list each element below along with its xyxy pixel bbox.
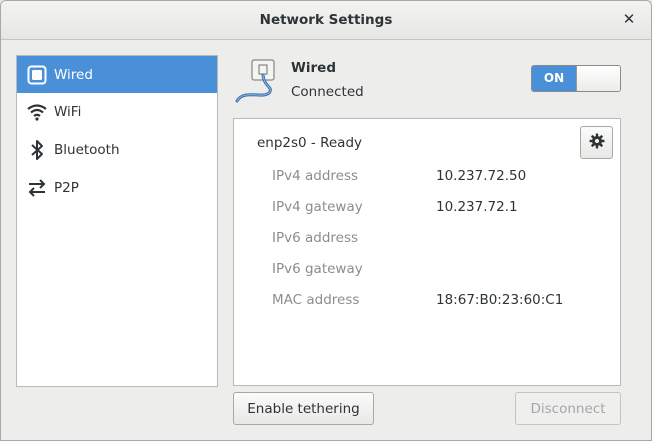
device-title: enp2s0 - Ready <box>257 135 363 151</box>
detail-value: 18:67:B0:23:60:C1 <box>436 292 564 308</box>
gear-icon <box>589 133 605 153</box>
device-settings-button[interactable] <box>580 126 613 159</box>
connection-name: Wired <box>291 60 336 76</box>
window-title: Network Settings <box>259 12 393 28</box>
detail-key: IPv4 address <box>272 168 359 184</box>
device-sidebar: Wired WiFi Bluetooth P2P <box>16 55 218 387</box>
bluetooth-icon <box>26 139 48 161</box>
close-icon[interactable]: ✕ <box>621 9 637 29</box>
wired-toggle-switch[interactable]: ON <box>531 65 621 92</box>
titlebar: Network Settings ✕ <box>1 1 651 40</box>
detail-key: IPv6 address <box>272 230 359 246</box>
sidebar-item-bluetooth[interactable]: Bluetooth <box>17 131 217 168</box>
disconnect-button[interactable]: Disconnect <box>515 392 621 425</box>
sidebar-item-label: P2P <box>54 179 79 196</box>
connection-status: Connected <box>291 84 364 100</box>
p2p-icon <box>26 177 48 199</box>
detail-value: 10.237.72.50 <box>436 168 527 184</box>
detail-key: IPv4 gateway <box>272 199 363 215</box>
enable-tethering-button[interactable]: Enable tethering <box>233 392 374 425</box>
sidebar-item-label: Wired <box>54 66 93 83</box>
network-settings-window: Network Settings ✕ Wired WiFi Bluetooth … <box>0 0 652 441</box>
device-details-panel: enp2s0 - Ready IPv4 address 10.237.72.50 <box>233 118 621 386</box>
detail-key: MAC address <box>272 292 360 308</box>
sidebar-item-p2p[interactable]: P2P <box>17 169 217 206</box>
wired-icon <box>26 64 48 86</box>
sidebar-item-label: Bluetooth <box>54 141 120 158</box>
sidebar-item-wifi[interactable]: WiFi <box>17 93 217 130</box>
detail-key: IPv6 gateway <box>272 261 363 277</box>
sidebar-item-wired[interactable]: Wired <box>17 56 217 93</box>
ethernet-cable-icon <box>234 57 290 105</box>
detail-value: 10.237.72.1 <box>436 199 518 215</box>
wifi-icon <box>26 101 48 123</box>
sidebar-item-label: WiFi <box>54 103 82 120</box>
switch-on-label: ON <box>532 66 576 91</box>
switch-knob[interactable] <box>576 66 620 91</box>
